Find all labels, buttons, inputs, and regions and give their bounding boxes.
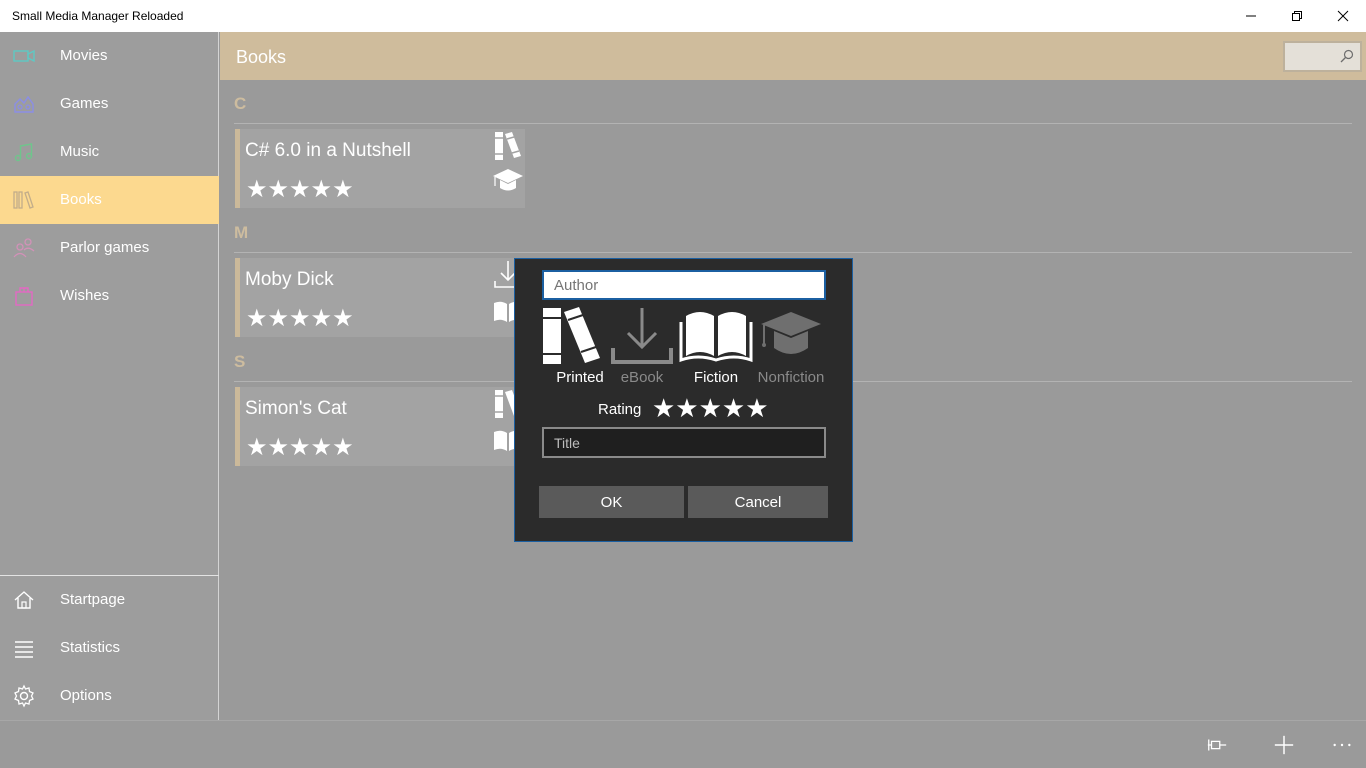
open-book-icon	[679, 312, 753, 363]
game-icon	[12, 92, 36, 116]
book-title: C# 6.0 in a Nutshell	[245, 140, 411, 161]
list-icon	[12, 636, 36, 660]
sidebar-item-label: Statistics	[60, 639, 121, 656]
book-card[interactable]: C# 6.0 in a Nutshell ★★★★★	[235, 129, 525, 208]
book-title: Moby Dick	[245, 269, 334, 290]
sidebar-item-parlor-games[interactable]: Parlor games	[0, 224, 219, 272]
close-icon	[1337, 10, 1349, 22]
pin-button[interactable]	[1205, 733, 1229, 757]
close-button[interactable]	[1320, 0, 1366, 32]
cancel-button[interactable]: Cancel	[688, 486, 828, 518]
page-header: Books	[220, 32, 1366, 80]
sidebar-item-label: Games	[60, 95, 109, 112]
sidebar-item-statistics[interactable]: Statistics	[0, 624, 219, 672]
sidebar-item-startpage[interactable]: Startpage	[0, 576, 219, 624]
group-divider	[234, 252, 1352, 253]
type-option-nonfiction[interactable]: Nonfiction	[753, 306, 829, 388]
sidebar-item-wishes[interactable]: Wishes	[0, 272, 219, 320]
printed-books-icon	[495, 132, 521, 160]
more-button[interactable]	[1330, 733, 1354, 757]
sidebar-item-label: Movies	[60, 47, 108, 64]
sidebar-item-movies[interactable]: Movies	[0, 32, 219, 80]
sidebar-item-label: Parlor games	[60, 239, 150, 256]
minimize-button[interactable]	[1228, 0, 1274, 32]
search-input[interactable]	[1289, 47, 1337, 67]
restore-icon	[1292, 11, 1302, 21]
sidebar-item-label: Options	[60, 687, 112, 704]
book-rating: ★★★★★	[246, 434, 354, 461]
graduation-cap-icon	[493, 169, 523, 191]
search-icon[interactable]	[1340, 49, 1354, 63]
sidebar-item-games[interactable]: Games	[0, 80, 219, 128]
restore-button[interactable]	[1274, 0, 1320, 32]
title-bar: Small Media Manager Reloaded	[0, 0, 1366, 32]
group-header-c[interactable]: C	[234, 94, 246, 114]
sidebar-item-music[interactable]: Music	[0, 128, 219, 176]
group-header-s[interactable]: S	[234, 352, 245, 372]
command-bar	[0, 720, 1366, 768]
title-input[interactable]	[542, 427, 826, 458]
sidebar: Movies Games Music Books Parlor games Wi…	[0, 32, 219, 720]
search-box[interactable]	[1283, 41, 1362, 72]
type-label: Fiction	[693, 369, 739, 386]
group-divider	[234, 123, 1352, 124]
music-note-icon	[12, 140, 36, 164]
pin-icon	[1207, 739, 1227, 751]
book-title: Simon's Cat	[245, 398, 347, 419]
more-icon	[1333, 743, 1351, 747]
sidebar-item-label: Wishes	[60, 287, 110, 304]
minimize-icon	[1246, 15, 1256, 17]
type-label: eBook	[620, 369, 664, 386]
sidebar-item-books[interactable]: Books	[0, 176, 219, 224]
sidebar-item-label: Startpage	[60, 591, 126, 608]
sidebar-item-label: Books	[60, 191, 102, 208]
rating-stars[interactable]: ★★★★★	[652, 393, 769, 424]
book-rating: ★★★★★	[246, 176, 354, 203]
sidebar-item-options[interactable]: Options	[0, 672, 219, 720]
type-label: Nonfiction	[757, 369, 825, 386]
people-icon	[12, 236, 36, 260]
page-title: Books	[236, 47, 287, 67]
sidebar-item-label: Music	[60, 143, 100, 160]
books-icon	[12, 188, 36, 212]
type-option-ebook[interactable]: eBook	[604, 306, 680, 388]
author-input[interactable]	[542, 270, 826, 300]
ok-button[interactable]: OK	[539, 486, 684, 518]
book-rating: ★★★★★	[246, 305, 354, 332]
add-button[interactable]	[1272, 733, 1296, 757]
home-icon	[12, 588, 36, 612]
graduation-cap-icon	[761, 312, 821, 354]
add-icon	[1274, 735, 1294, 755]
add-book-dialog: Printed eBook Fiction Nonfiction Rating …	[514, 258, 853, 542]
group-header-m[interactable]: M	[234, 223, 248, 243]
book-card[interactable]: Simon's Cat ★★★★★	[235, 387, 525, 466]
rating-label: Rating	[598, 401, 642, 418]
type-option-fiction[interactable]: Fiction	[678, 306, 754, 388]
book-card[interactable]: Moby Dick ★★★★★	[235, 258, 525, 337]
app-title: Small Media Manager Reloaded	[12, 9, 184, 23]
gear-icon	[12, 684, 36, 708]
gift-icon	[12, 284, 36, 308]
video-camera-icon	[12, 44, 36, 68]
download-icon	[611, 308, 673, 364]
